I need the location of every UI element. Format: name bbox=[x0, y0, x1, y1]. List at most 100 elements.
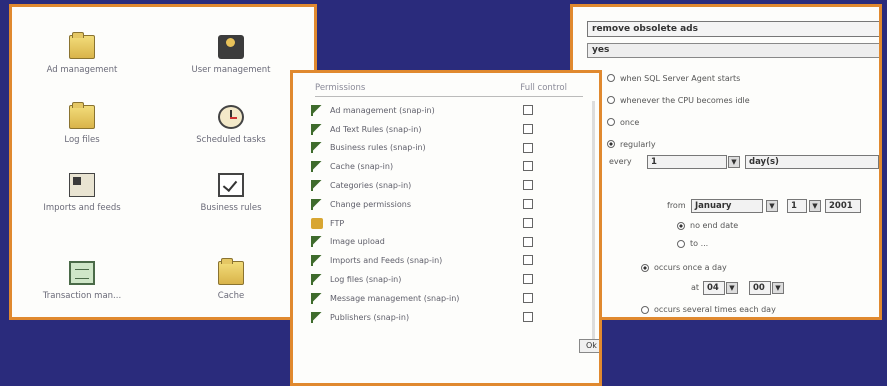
user-icon bbox=[218, 35, 244, 59]
task-name-field[interactable]: remove obsolete ads bbox=[587, 21, 879, 37]
tile-transaction-man[interactable]: Transaction man... bbox=[17, 261, 147, 301]
to-label: to ... bbox=[690, 239, 709, 248]
ok-button[interactable]: Ok bbox=[579, 339, 599, 353]
folder-icon bbox=[218, 258, 244, 285]
full-control-checkbox[interactable] bbox=[523, 311, 533, 322]
full-control-checkbox[interactable] bbox=[523, 217, 533, 228]
permission-label: FTP bbox=[330, 218, 345, 228]
permissions-list: Ad management (snap-in) Ad Text Rules (s… bbox=[311, 101, 583, 327]
chevron-down-icon[interactable]: ▼ bbox=[809, 200, 821, 212]
list-item: Ad management (snap-in) bbox=[311, 101, 583, 120]
tile-scheduled-tasks[interactable]: Scheduled tasks bbox=[166, 105, 296, 145]
enabled-select[interactable]: yes bbox=[587, 43, 879, 58]
at-minute-select[interactable]: 00 bbox=[749, 281, 771, 295]
full-control-checkbox[interactable] bbox=[523, 255, 533, 266]
full-control-checkbox[interactable] bbox=[523, 142, 533, 153]
option-label: whenever the CPU becomes idle bbox=[620, 95, 750, 105]
option-label: when SQL Server Agent starts bbox=[620, 73, 741, 83]
full-control-checkbox[interactable] bbox=[523, 198, 533, 209]
key-icon bbox=[311, 255, 323, 267]
tile-log-files[interactable]: Log files bbox=[17, 102, 147, 145]
full-control-heading: Full control bbox=[520, 83, 567, 93]
permission-label: Log files (snap-in) bbox=[330, 275, 402, 285]
folder-icon bbox=[69, 32, 95, 59]
tile-label: Transaction man... bbox=[42, 291, 122, 301]
full-control-checkbox[interactable] bbox=[523, 236, 533, 247]
vertical-scrollbar[interactable] bbox=[592, 101, 595, 351]
key-icon bbox=[311, 198, 323, 210]
full-control-checkbox[interactable] bbox=[523, 274, 533, 285]
tile-ad-management[interactable]: Ad management bbox=[17, 32, 147, 75]
checklist-icon bbox=[218, 173, 244, 197]
full-control-checkbox[interactable] bbox=[523, 161, 533, 172]
chevron-down-icon[interactable]: ▼ bbox=[726, 282, 738, 294]
list-item: Cache (snap-in) bbox=[311, 157, 583, 176]
no-end-date-option[interactable]: no end date bbox=[677, 221, 738, 230]
list-item: Message management (snap-in) bbox=[311, 289, 583, 308]
key-icon bbox=[311, 142, 323, 154]
feed-icon bbox=[69, 173, 95, 197]
permissions-heading: Permissions bbox=[315, 83, 366, 93]
radio-no-end-date[interactable] bbox=[677, 221, 685, 230]
tile-imports-feeds[interactable]: Imports and feeds bbox=[17, 173, 147, 213]
from-month-select[interactable]: January bbox=[691, 199, 763, 213]
tile-label: Imports and feeds bbox=[43, 203, 121, 213]
chevron-down-icon[interactable]: ▼ bbox=[772, 282, 784, 294]
radio-to[interactable] bbox=[677, 239, 685, 248]
key-icon bbox=[311, 236, 323, 248]
radio-agent-start[interactable] bbox=[607, 74, 615, 82]
every-label: every bbox=[609, 157, 632, 166]
screen-icon bbox=[69, 261, 95, 285]
from-day-select[interactable]: 1 bbox=[787, 199, 807, 213]
permission-label: Business rules (snap-in) bbox=[330, 143, 426, 153]
every-unit-select[interactable]: day(s) bbox=[745, 155, 879, 169]
from-label: from bbox=[667, 201, 686, 210]
key-icon bbox=[311, 274, 323, 286]
radio-regularly[interactable] bbox=[607, 140, 615, 148]
tile-label: Log files bbox=[64, 135, 100, 145]
folder-icon bbox=[69, 102, 95, 129]
permission-label: Imports and Feeds (snap-in) bbox=[330, 256, 443, 266]
occurs-several-label: occurs several times each day bbox=[654, 305, 776, 314]
full-control-checkbox[interactable] bbox=[523, 105, 533, 115]
option-cpu-idle[interactable]: whenever the CPU becomes idle bbox=[585, 91, 750, 109]
permissions-panel: Permissions Full control Ad management (… bbox=[290, 70, 602, 386]
key-icon bbox=[311, 292, 323, 304]
list-item: Ad Text Rules (snap-in) bbox=[311, 120, 583, 139]
to-option[interactable]: to ... bbox=[677, 239, 708, 248]
radio-occurs-several[interactable] bbox=[641, 305, 649, 314]
occurs-several-option[interactable]: occurs several times each day bbox=[641, 305, 776, 314]
tile-business-rules[interactable]: Business rules bbox=[166, 173, 296, 213]
key-icon bbox=[311, 161, 323, 173]
tile-cache[interactable]: Cache bbox=[166, 258, 296, 301]
full-control-checkbox[interactable] bbox=[523, 123, 533, 134]
tile-user-management[interactable]: User management bbox=[166, 35, 296, 75]
permission-label: Categories (snap-in) bbox=[330, 181, 412, 191]
at-hour-select[interactable]: 04 bbox=[703, 281, 725, 295]
list-item: Publishers (snap-in) bbox=[311, 308, 583, 327]
radio-once[interactable] bbox=[607, 118, 615, 126]
tile-label: Ad management bbox=[46, 65, 118, 75]
admin-panel: Ad management User management Log files … bbox=[9, 4, 317, 320]
occurs-once-label: occurs once a day bbox=[654, 263, 727, 272]
schedule-panel: remove obsolete ads yes when SQL Server … bbox=[570, 4, 882, 320]
occurs-once-option[interactable]: occurs once a day bbox=[641, 263, 727, 272]
from-year-select[interactable]: 2001 bbox=[825, 199, 861, 213]
option-agent-start[interactable]: when SQL Server Agent starts bbox=[585, 69, 740, 87]
permission-label: Ad management (snap-in) bbox=[330, 105, 435, 115]
full-control-checkbox[interactable] bbox=[523, 292, 533, 303]
radio-occurs-once[interactable] bbox=[641, 263, 649, 272]
key-icon bbox=[311, 104, 323, 116]
key-icon bbox=[311, 180, 323, 192]
permissions-header: Permissions Full control bbox=[315, 83, 583, 97]
permission-label: Message management (snap-in) bbox=[330, 293, 460, 303]
tile-label: Cache bbox=[217, 291, 245, 301]
lock-icon bbox=[311, 217, 323, 229]
chevron-down-icon[interactable]: ▼ bbox=[766, 200, 778, 212]
permission-label: Cache (snap-in) bbox=[330, 162, 394, 172]
full-control-checkbox[interactable] bbox=[523, 180, 533, 191]
chevron-down-icon[interactable]: ▼ bbox=[728, 156, 740, 168]
radio-cpu-idle[interactable] bbox=[607, 96, 615, 104]
every-value-input[interactable]: 1 bbox=[647, 155, 727, 169]
clock-icon bbox=[218, 105, 244, 129]
